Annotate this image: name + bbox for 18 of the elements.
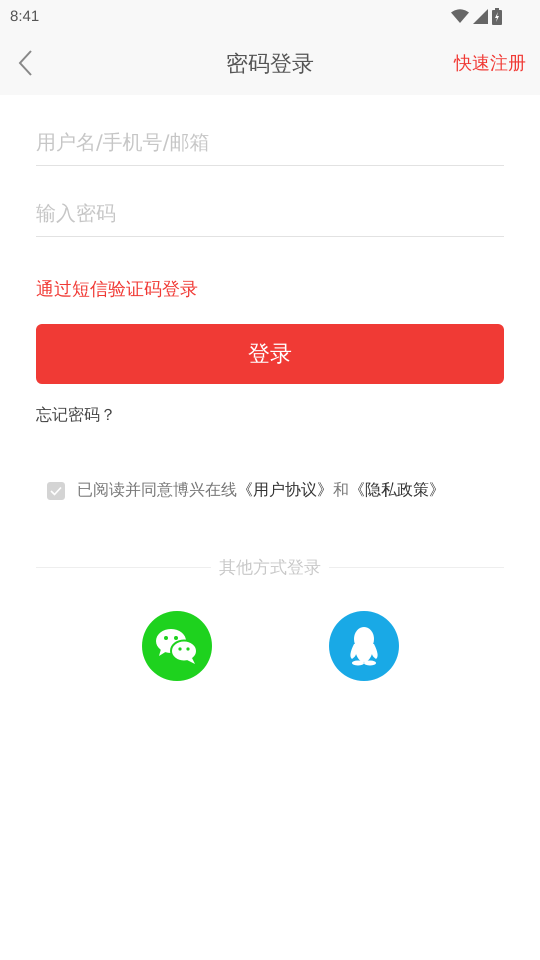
forgot-password-link[interactable]: 忘记密码？ [36, 405, 116, 426]
input-field[interactable]: 用户名/手机号/邮箱 [36, 95, 504, 166]
user-agreement-link[interactable]: 《用户协议》 [237, 480, 333, 499]
input-field[interactable]: 输入密码 [36, 166, 504, 237]
page-title: 密码登录 [226, 50, 314, 78]
back-icon[interactable] [17, 49, 33, 77]
chat-bubbles-icon [154, 627, 198, 665]
register-link[interactable]: 快速注册 [454, 51, 526, 75]
privacy-policy-link[interactable]: 《隐私政策》 [349, 480, 445, 499]
signal-icon [473, 8, 488, 24]
wifi-icon [451, 9, 469, 23]
agreement-text: 已阅读并同意博兴在线《用户协议》和《隐私政策》 [77, 480, 445, 501]
sms-login-link[interactable]: 通过短信验证码登录 [36, 277, 198, 301]
agreement-checkbox[interactable] [47, 482, 65, 500]
login-button[interactable]: 登录 [36, 324, 504, 384]
battery-icon [492, 8, 502, 24]
check-icon [50, 486, 62, 496]
status-time: 8:41 [10, 8, 40, 24]
